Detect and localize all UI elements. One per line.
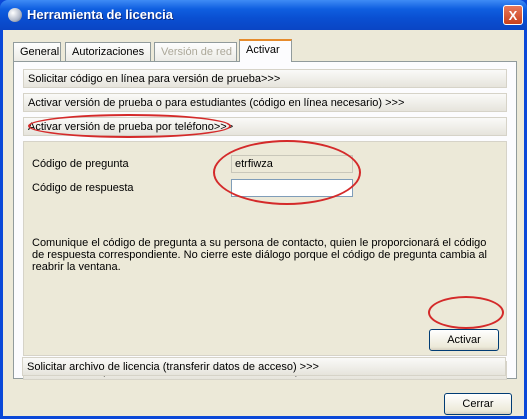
section-student-trial[interactable]: Activar versión de prueba o para estudia… [23, 93, 507, 112]
close-button[interactable]: Cerrar [444, 393, 512, 415]
question-code-field [231, 155, 353, 173]
question-code-label: Código de pregunta [32, 158, 129, 170]
dialog-body: General Autorizaciones Versión de red Ac… [3, 30, 524, 416]
tab-autorizaciones[interactable]: Autorizaciones [65, 42, 151, 61]
license-tool-window: Herramienta de licencia X General Autori… [0, 0, 527, 419]
app-icon [8, 8, 22, 22]
tab-version-de-red: Versión de red [154, 42, 237, 61]
section-phone-trial[interactable]: Activar versión de prueba por teléfono>>… [23, 117, 507, 136]
answer-code-input[interactable] [231, 179, 353, 197]
title-bar[interactable]: Herramienta de licencia X [0, 0, 527, 30]
tab-activar[interactable]: Activar [239, 39, 292, 62]
activate-button[interactable]: Activar [429, 329, 499, 351]
instructions-text: Comunique el código de pregunta a su per… [32, 237, 487, 273]
answer-code-label: Código de respuesta [32, 182, 134, 194]
activar-panel: Solicitar código en línea para versión d… [13, 61, 517, 380]
tab-general[interactable]: General [13, 42, 61, 61]
phone-activation-form: Código de pregunta Código de respuesta C… [23, 141, 507, 356]
window-title: Herramienta de licencia [27, 7, 173, 22]
section-online-trial-code[interactable]: Solicitar código en línea para versión d… [23, 69, 507, 88]
close-window-button[interactable]: X [503, 5, 523, 25]
section-request-license-file[interactable]: Solicitar archivo de licencia (transferi… [22, 357, 506, 376]
